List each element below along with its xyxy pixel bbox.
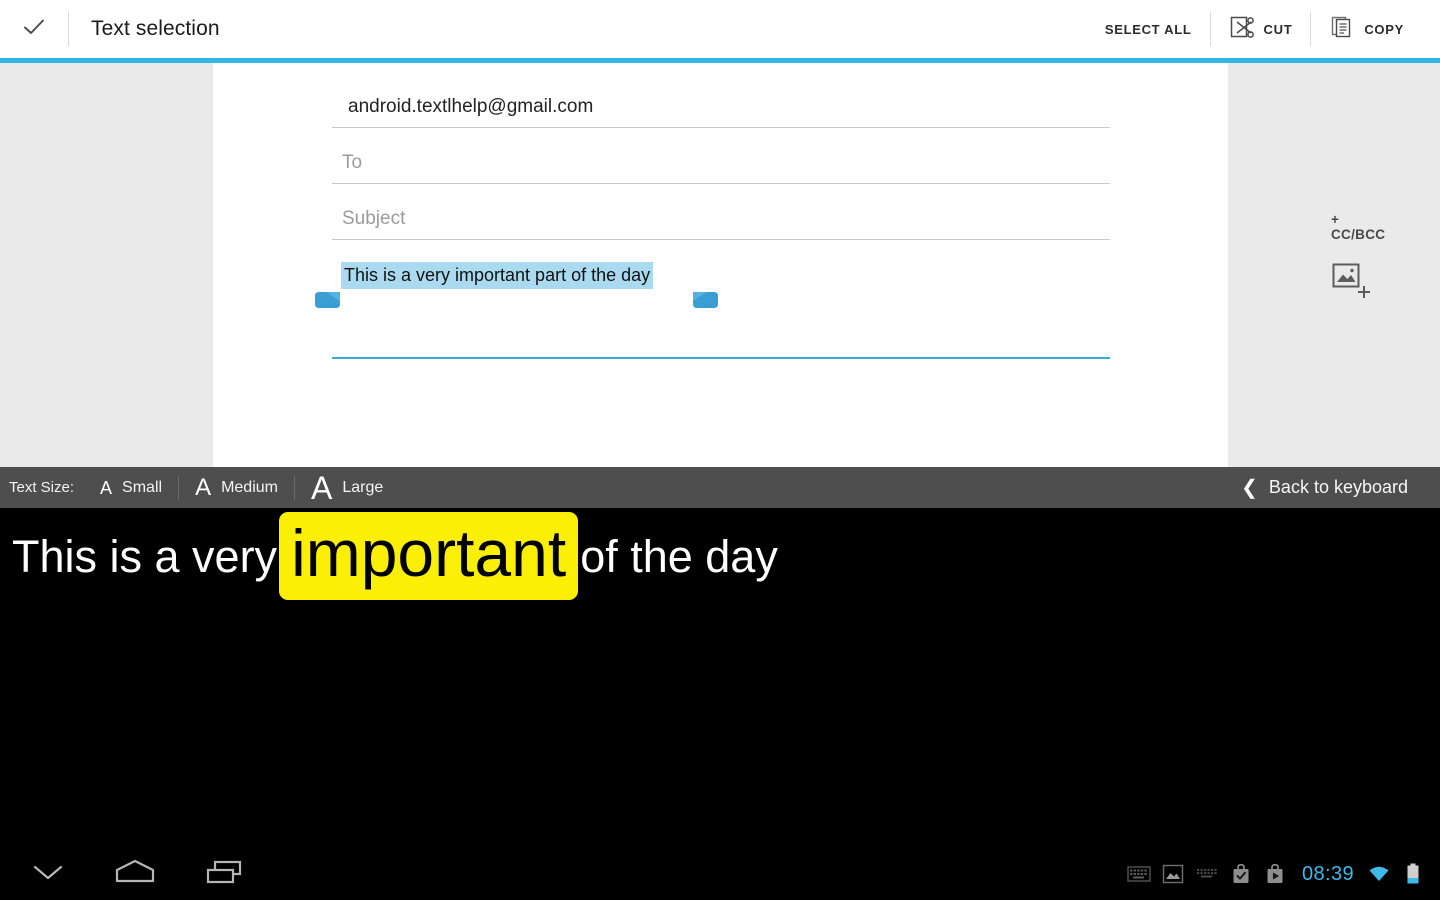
copy-document-icon <box>1329 14 1355 45</box>
text-size-large-label: Large <box>342 478 384 496</box>
reader-prefix-text: This is a very <box>12 530 278 582</box>
selection-handle-end[interactable] <box>691 292 719 324</box>
reader-line: This is a very important of the day <box>12 512 778 600</box>
keyboard-small-icon[interactable] <box>1190 848 1224 900</box>
scissors-icon <box>1229 14 1255 45</box>
bag-check-icon[interactable] <box>1224 848 1258 900</box>
cc-bcc-button[interactable]: + CC/BCC <box>1331 212 1385 242</box>
subject-field[interactable]: Subject <box>332 184 1110 240</box>
chevron-left-icon: ❮ <box>1241 476 1258 499</box>
subject-placeholder: Subject <box>342 208 406 229</box>
chevron-down-icon <box>26 857 70 892</box>
to-field[interactable]: To <box>332 128 1110 184</box>
screenshot-image-icon[interactable] <box>1156 848 1190 900</box>
contextual-action-bar: Text selection SELECT ALL CUT COPY <box>0 0 1440 58</box>
font-small-icon: A <box>100 477 113 498</box>
reader-suffix-text: of the day <box>580 530 778 582</box>
to-placeholder: To <box>342 152 363 173</box>
text-size-option-large[interactable]: A Large <box>295 467 399 508</box>
status-clock[interactable]: 08:39 <box>1292 863 1362 886</box>
nav-back-button[interactable] <box>10 848 86 900</box>
action-bar-divider <box>68 12 69 46</box>
selection-handle-start[interactable] <box>314 292 342 324</box>
android-screen: Text selection SELECT ALL CUT COPY andro… <box>0 0 1440 900</box>
compose-panel: android.textlhelp@gmail.com To Subject T… <box>213 63 1385 467</box>
cut-label: CUT <box>1263 21 1293 37</box>
action-bar-actions: SELECT ALL CUT COPY <box>1087 0 1440 58</box>
bag-play-icon[interactable] <box>1258 848 1292 900</box>
back-to-keyboard-label: Back to keyboard <box>1268 477 1408 497</box>
text-size-label: Text Size: <box>9 479 75 496</box>
page-title: Text selection <box>91 17 220 40</box>
status-bar: 08:39 <box>1122 848 1430 900</box>
cut-button[interactable]: CUT <box>1211 9 1311 49</box>
select-all-label: SELECT ALL <box>1104 21 1192 37</box>
insert-image-icon[interactable] <box>1332 263 1374 299</box>
home-icon <box>109 856 161 893</box>
select-all-button[interactable]: SELECT ALL <box>1087 9 1210 49</box>
from-value: android.textlhelp@gmail.com <box>348 96 594 117</box>
text-size-option-small[interactable]: A Small <box>84 467 178 508</box>
body-field[interactable]: This is a very important part of the day <box>332 240 1110 359</box>
done-button[interactable] <box>0 0 68 58</box>
font-medium-icon: A <box>195 473 212 501</box>
from-field[interactable]: android.textlhelp@gmail.com <box>332 63 1110 128</box>
text-size-small-label: Small <box>122 478 163 496</box>
body-selected-text: This is a very important part of the day <box>341 262 654 289</box>
nav-home-button[interactable] <box>97 848 173 900</box>
back-to-keyboard-button[interactable]: ❮ Back to keyboard <box>1241 477 1440 498</box>
battery-icon[interactable] <box>1396 848 1430 900</box>
font-large-icon: A <box>310 469 333 506</box>
check-icon <box>19 12 49 47</box>
recent-apps-icon <box>201 856 249 893</box>
reader-panel: This is a very important of the day <box>0 508 1440 848</box>
copy-button[interactable]: COPY <box>1311 9 1422 49</box>
text-size-medium-label: Medium <box>221 478 278 496</box>
navigation-bar: 08:39 <box>0 848 1440 900</box>
text-size-toolbar: Text Size: A Small A Medium A Large ❮ Ba… <box>0 467 1440 508</box>
copy-label: COPY <box>1364 21 1404 37</box>
wifi-icon[interactable] <box>1362 848 1396 900</box>
keyboard-icon[interactable] <box>1122 848 1156 900</box>
reader-highlighted-word: important <box>279 512 579 600</box>
nav-recents-button[interactable] <box>187 848 263 900</box>
text-size-option-medium[interactable]: A Medium <box>179 467 294 508</box>
